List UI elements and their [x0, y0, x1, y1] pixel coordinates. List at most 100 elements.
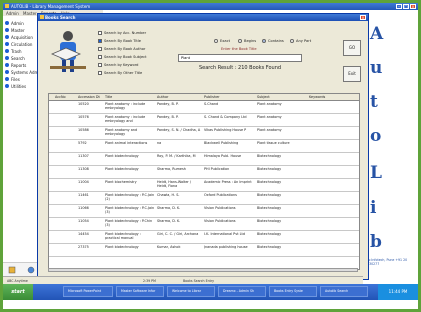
match-exact-radio[interactable]: Exact	[214, 39, 230, 43]
brand-letter: i	[370, 198, 377, 218]
table-cell: Pandey, S. N. / Chadha, A	[157, 128, 201, 132]
bullet-icon	[5, 49, 9, 53]
go-button[interactable]: GO	[343, 40, 361, 56]
taskbar-item[interactable]: Books Entry Syste	[269, 286, 317, 297]
table-row[interactable]: 10520 Plant anatomy : include embryology P…	[49, 101, 359, 114]
option-search-acc-number[interactable]: Search by Acc. Number	[98, 31, 146, 35]
match-begins-radio[interactable]: Begins	[238, 39, 256, 43]
table-row[interactable]: 11004 Plant biochemistry Heldt, Hans-Walte…	[49, 179, 359, 192]
sidebar-item-admin[interactable]: Admin	[5, 20, 24, 26]
start-button[interactable]: start	[3, 284, 33, 300]
table-cell	[309, 206, 349, 216]
taskbar-item[interactable]: Master Software Infor	[116, 286, 164, 297]
table-row[interactable]: 10586 Plant anatomy and embryology Pandey,…	[49, 127, 359, 140]
table-cell	[309, 115, 349, 125]
taskbar: start Microsoft PowerPoint Master Softwa…	[3, 284, 418, 300]
sidebar-item-master[interactable]: Master	[5, 27, 25, 33]
option-search-book-subject[interactable]: Search by Book Subject	[98, 55, 147, 59]
table-cell: Plant anatomy	[257, 128, 282, 132]
match-contains-radio[interactable]: Contains	[262, 39, 284, 43]
table-cell: Plant anatomy	[257, 102, 282, 106]
table-row[interactable]: 11066 Plant biotechnology : P.C.Jain (3) S…	[49, 205, 359, 218]
column-header[interactable]: Subject	[257, 95, 305, 99]
table-cell: Plant biotechnology : practical manual	[105, 232, 141, 240]
table-cell: I.K. International Pvt Ltd	[204, 232, 246, 236]
status-text: ABC Anytime	[7, 279, 28, 283]
table-cell: 11054	[78, 219, 89, 223]
sidebar-item-trash[interactable]: Trash	[5, 48, 22, 54]
table-cell: Plant anatomy : include embryology	[105, 102, 146, 110]
checkbox[interactable]	[98, 71, 102, 75]
taskbar-item[interactable]: Microsoft PowerPoint	[63, 286, 113, 297]
table-cell	[309, 180, 349, 190]
sidebar-item-files[interactable]: Files	[5, 76, 20, 82]
table-cell	[309, 141, 349, 151]
exit-button[interactable]: Exit	[343, 66, 361, 82]
column-header[interactable]: Author	[157, 95, 201, 99]
table-row[interactable]: 27375 Plant biotechnology Kumar, Ashok Jnan…	[49, 244, 359, 257]
sidebar-item-search[interactable]: Search	[5, 55, 25, 61]
app-icon	[5, 4, 9, 8]
column-header[interactable]: Title	[105, 95, 155, 99]
taskbar-item[interactable]: Dreamx - Admin Sh	[218, 286, 266, 297]
table-row[interactable]: 11054 Plant biotechnology : P.Chin (3) Sha…	[49, 218, 359, 231]
taskbar-item[interactable]: Autolib Search	[320, 286, 368, 297]
radio[interactable]	[214, 39, 218, 43]
table-cell	[55, 180, 75, 190]
maximize-button[interactable]: □	[403, 4, 409, 9]
option-search-book-author[interactable]: Search By Book Author	[98, 47, 145, 51]
table-cell	[309, 219, 349, 229]
table-cell	[55, 128, 75, 138]
table-row[interactable]: 5792 Plant animal interactions na Blackwell…	[49, 140, 359, 153]
horizontal-scrollbar[interactable]	[48, 268, 358, 272]
table-row[interactable]: 10576 Plant anatomy : include embryology …	[49, 114, 359, 127]
checkbox[interactable]	[98, 47, 102, 51]
table-cell: Chawla, H. S.	[157, 193, 180, 197]
sidebar-item-circulation[interactable]: Circulation	[5, 41, 32, 47]
dialog-close-button[interactable]: ×	[360, 15, 366, 20]
table-cell	[55, 102, 75, 112]
taskbar-item[interactable]: Welcome to Librar	[167, 286, 215, 297]
table-cell: Biotechnology	[257, 193, 282, 197]
checkbox[interactable]	[98, 31, 102, 35]
sidebar-item-acquisition[interactable]: Acquisition	[5, 34, 33, 40]
radio[interactable]	[238, 39, 242, 43]
brand-contact-info: Auto Infotech, Pune +91 20 24230277	[363, 258, 408, 266]
table-row[interactable]: 11308 Plant biotechnology Sharma, Rumesh PH…	[49, 166, 359, 179]
table-cell: Biotechnology	[257, 245, 282, 249]
table-row[interactable]: 11307 Plant biotechnology Roy, P. M. / Kar…	[49, 153, 359, 166]
table-cell: S.Chand	[204, 102, 219, 106]
sidebar-item-utilities[interactable]: Utilities	[5, 83, 26, 89]
minimize-button[interactable]: –	[396, 4, 402, 9]
system-tray-clock: 11:44 PM	[378, 284, 418, 300]
table-cell: Biotechnology	[257, 232, 282, 236]
option-search-book-title[interactable]: Search By Book Title	[98, 39, 141, 43]
brand-letter: L	[370, 163, 382, 183]
search-hint: Enter the Book Title	[221, 47, 257, 51]
option-search-other-title[interactable]: Search By Other Title	[98, 71, 142, 75]
search-result-count: Search Result : 210 Books Found	[198, 65, 282, 71]
table-cell: Biotechnology	[257, 219, 282, 223]
column-header[interactable]: Keywords	[309, 95, 349, 99]
checkbox[interactable]	[98, 55, 102, 59]
table-row[interactable]: 14454 Plant biotechnology : practical man…	[49, 231, 359, 244]
checkbox[interactable]	[98, 39, 102, 43]
dialog-titlebar: Books Search ×	[38, 14, 368, 21]
sidebar-item-reports[interactable]: Reports	[5, 62, 26, 68]
option-search-keyword[interactable]: Search by Keyword	[98, 63, 138, 67]
radio[interactable]	[290, 39, 294, 43]
table-row[interactable]: 11461 Plant biotechnology : P.C.Jain (2) C…	[49, 192, 359, 205]
checkbox[interactable]	[98, 63, 102, 67]
close-button[interactable]: ×	[410, 4, 416, 9]
table-cell: Vision Publications	[204, 219, 236, 223]
column-header[interactable]: Accession Dt	[78, 95, 102, 99]
table-cell: Biotechnology	[257, 167, 282, 171]
radio[interactable]	[262, 39, 266, 43]
brand-letter: b	[370, 232, 382, 252]
table-cell: 11004	[78, 180, 89, 184]
table-cell	[55, 167, 75, 177]
match-anypart-radio[interactable]: Any Part	[290, 39, 311, 43]
column-header[interactable]: AccNo	[55, 95, 75, 99]
column-header[interactable]: Publisher	[204, 95, 254, 99]
search-input[interactable]: Plant	[178, 54, 302, 62]
